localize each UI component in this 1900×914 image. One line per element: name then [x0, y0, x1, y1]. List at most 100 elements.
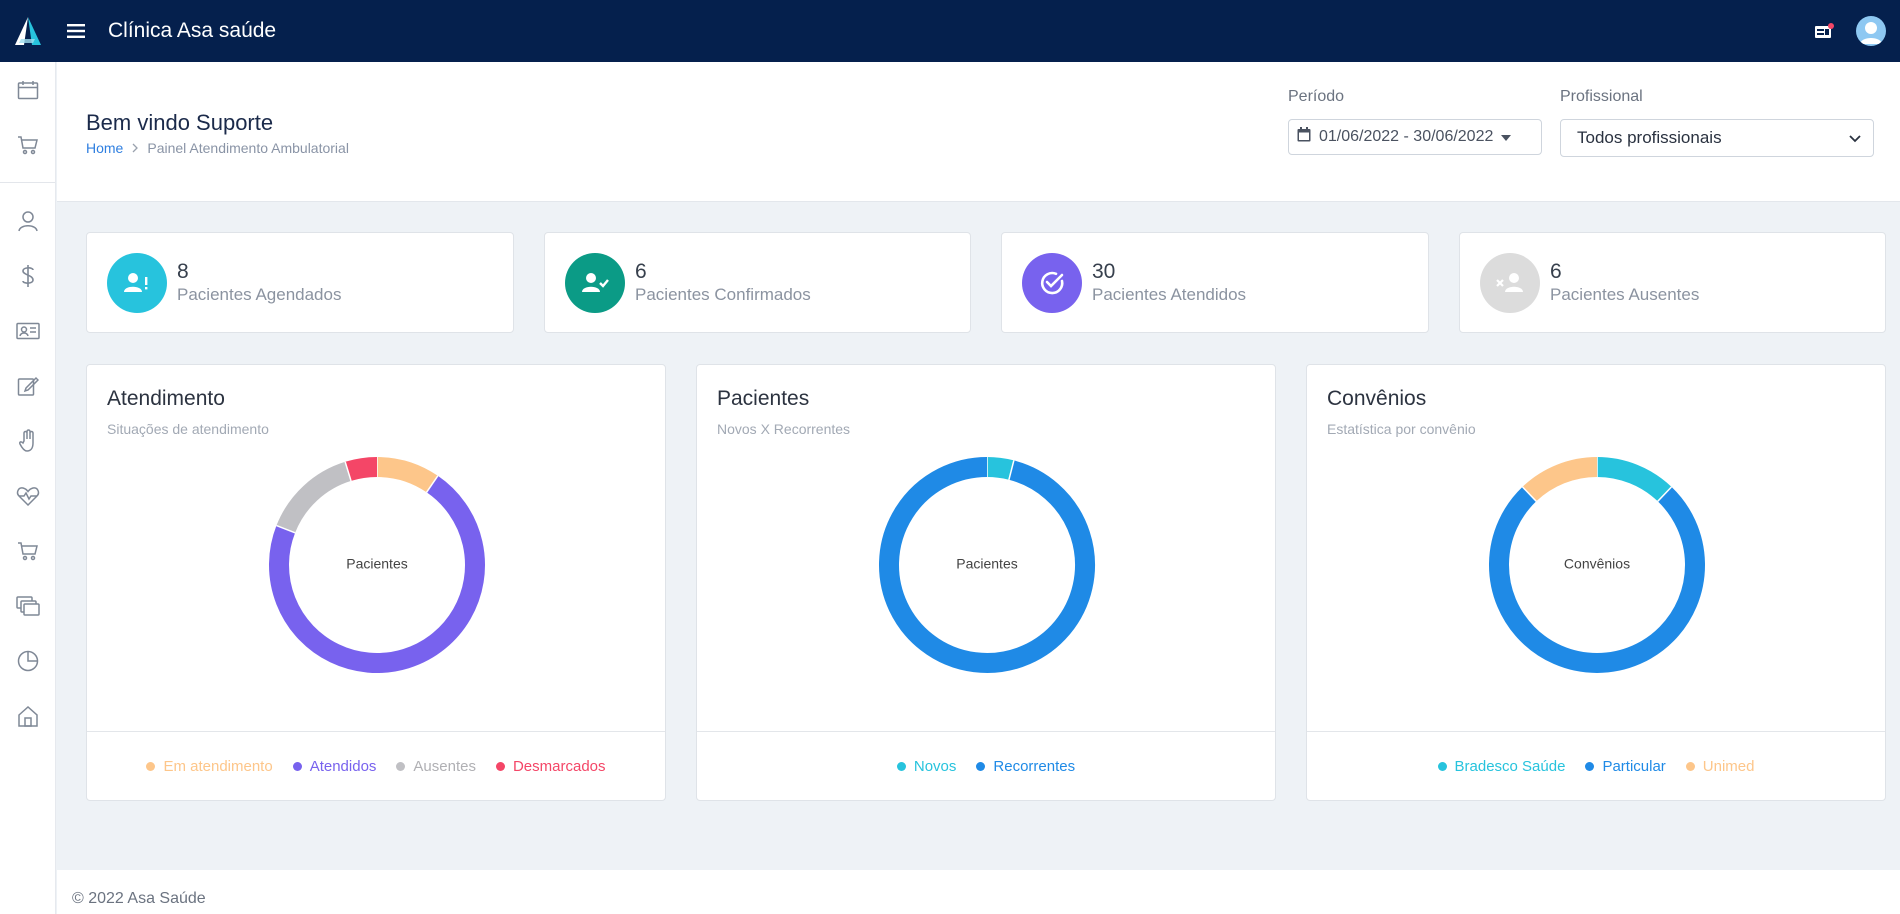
legend-label: Atendidos	[309, 757, 377, 775]
chart-legend: Em atendimento Atendidos Ausentes Desmar…	[87, 731, 665, 800]
sidebar	[0, 62, 56, 914]
donut-slice-atendidos[interactable]	[269, 475, 485, 673]
stat-label: Pacientes Agendados	[177, 284, 342, 304]
hand-icon[interactable]	[0, 413, 56, 468]
legend-item[interactable]: Unimed	[1685, 757, 1755, 775]
donut-chart: Pacientes	[269, 457, 485, 673]
stat-label: Pacientes Atendidos	[1092, 284, 1247, 304]
home-icon[interactable]	[0, 688, 56, 743]
id-card-icon[interactable]	[0, 303, 56, 358]
legend-label: Ausentes	[413, 757, 476, 775]
calendar-icon	[1297, 127, 1311, 147]
legend-dot	[146, 761, 156, 771]
legend-label: Recorrentes	[993, 757, 1076, 775]
stat-value: 8	[177, 259, 189, 283]
legend-item[interactable]: Desmarcados	[495, 757, 606, 775]
legend-item[interactable]: Novos	[896, 758, 956, 775]
legend-label: Bradesco Saúde	[1454, 757, 1566, 775]
period-value: 01/06/2022 - 30/06/2022	[1319, 128, 1494, 145]
legend-dot	[1685, 761, 1695, 771]
donut-slice-desmarcados[interactable]	[345, 457, 378, 482]
edit-icon[interactable]	[0, 358, 56, 413]
chart-subtitle: Novos X Recorrentes	[717, 421, 851, 437]
stat-card-confirmados: 6 Pacientes Confirmados	[544, 232, 971, 333]
legend-dot	[1437, 761, 1447, 771]
legend-item[interactable]: Atendidos	[292, 757, 377, 775]
chart-title: Pacientes	[717, 387, 810, 410]
calendar-icon[interactable]	[0, 62, 56, 117]
chart-legend: Novos Recorrentes	[697, 731, 1275, 800]
stat-value: 6	[635, 259, 647, 283]
stat-value: 30	[1092, 259, 1116, 283]
cart-settings-icon[interactable]	[0, 117, 56, 172]
hamburger-menu-icon[interactable]	[56, 11, 96, 51]
stat-value: 6	[1550, 259, 1562, 283]
page-title: Bem vindo Suporte	[86, 110, 274, 135]
periodo-label: Período	[1288, 88, 1345, 105]
stat-card-agendados: 8 Pacientes Agendados	[86, 232, 514, 333]
user-alert-icon	[107, 252, 167, 313]
donut-slice-ausentes[interactable]	[276, 461, 352, 534]
chart-card-convenios: Convênios Estatística por convênio Convê…	[1306, 364, 1886, 801]
footer-copyright: © 2022 Asa Saúde	[72, 890, 206, 907]
chart-card-atendimento: Atendimento Situações de atendimento Pac…	[86, 364, 666, 801]
heart-pulse-icon[interactable]	[0, 468, 56, 523]
donut-slice-particular[interactable]	[1489, 486, 1705, 673]
stack-icon[interactable]	[0, 578, 56, 633]
chevron-down-icon	[1849, 128, 1861, 148]
check-circle-icon	[1022, 252, 1082, 313]
donut-chart: Pacientes	[879, 457, 1095, 673]
user-x-icon	[1480, 252, 1540, 313]
period-date-picker[interactable]: 01/06/2022 - 30/06/2022	[1288, 119, 1542, 155]
donut-slice-novos[interactable]	[986, 457, 1014, 480]
breadcrumb: Home Painel Atendimento Ambulatorial	[86, 140, 349, 156]
legend-label: Desmarcados	[512, 757, 606, 775]
stat-label: Pacientes Ausentes	[1550, 284, 1700, 304]
legend-item[interactable]: Bradesco Saúde	[1437, 757, 1566, 775]
pie-chart-icon[interactable]	[0, 633, 56, 688]
user-check-icon	[565, 252, 625, 313]
page-header: Bem vindo Suporte Home Painel Atendiment…	[57, 62, 1900, 202]
profissional-value: Todos profissionais	[1577, 128, 1722, 147]
chevron-right-icon	[131, 140, 139, 156]
donut-slice-bradesco-sa-de[interactable]	[1596, 457, 1672, 502]
profissional-select[interactable]: Todos profissionais	[1560, 119, 1874, 157]
legend-dot	[292, 761, 302, 771]
logo-icon[interactable]	[0, 0, 56, 62]
app-title: Clínica Asa saúde	[108, 19, 277, 42]
legend-item[interactable]: Em atendimento	[146, 757, 273, 775]
donut-slice-unimed[interactable]	[1522, 457, 1598, 502]
legend-dot	[396, 761, 406, 771]
legend-dot	[1585, 761, 1595, 771]
donut-chart: Convênios	[1489, 457, 1705, 673]
donut-center-label: Convênios	[1564, 556, 1630, 572]
page-footer: © 2022 Asa Saúde	[57, 870, 1900, 914]
legend-dot	[976, 761, 986, 771]
chart-subtitle: Estatística por convênio	[1327, 421, 1476, 437]
notification-icon[interactable]	[1814, 23, 1834, 39]
profissional-label: Profissional	[1560, 88, 1643, 105]
legend-label: Unimed	[1702, 757, 1755, 775]
legend-item[interactable]: Ausentes	[396, 758, 476, 775]
user-avatar[interactable]	[1856, 16, 1886, 46]
chart-title: Atendimento	[107, 387, 225, 410]
chart-subtitle: Situações de atendimento	[107, 421, 269, 437]
chart-title: Convênios	[1327, 387, 1427, 410]
breadcrumb-home-link[interactable]: Home	[86, 140, 123, 156]
legend-dot	[495, 761, 505, 771]
top-bar: Clínica Asa saúde	[0, 0, 1900, 62]
shopping-cart-icon[interactable]	[0, 523, 56, 578]
caret-down-icon	[1501, 128, 1512, 146]
user-icon[interactable]	[0, 193, 56, 248]
legend-item[interactable]: Particular	[1585, 757, 1666, 775]
donut-center-label: Pacientes	[346, 556, 407, 572]
dollar-icon[interactable]	[0, 248, 56, 303]
legend-item[interactable]: Recorrentes	[976, 758, 1075, 775]
donut-slice-em-atendimento[interactable]	[376, 457, 438, 493]
stat-label: Pacientes Confirmados	[635, 284, 811, 304]
stat-card-atendidos: 30 Pacientes Atendidos	[1001, 232, 1429, 333]
legend-label: Em atendimento	[163, 757, 273, 775]
legend-label: Particular	[1602, 757, 1666, 775]
stat-card-ausentes: 6 Pacientes Ausentes	[1459, 232, 1886, 333]
legend-dot	[896, 761, 906, 771]
